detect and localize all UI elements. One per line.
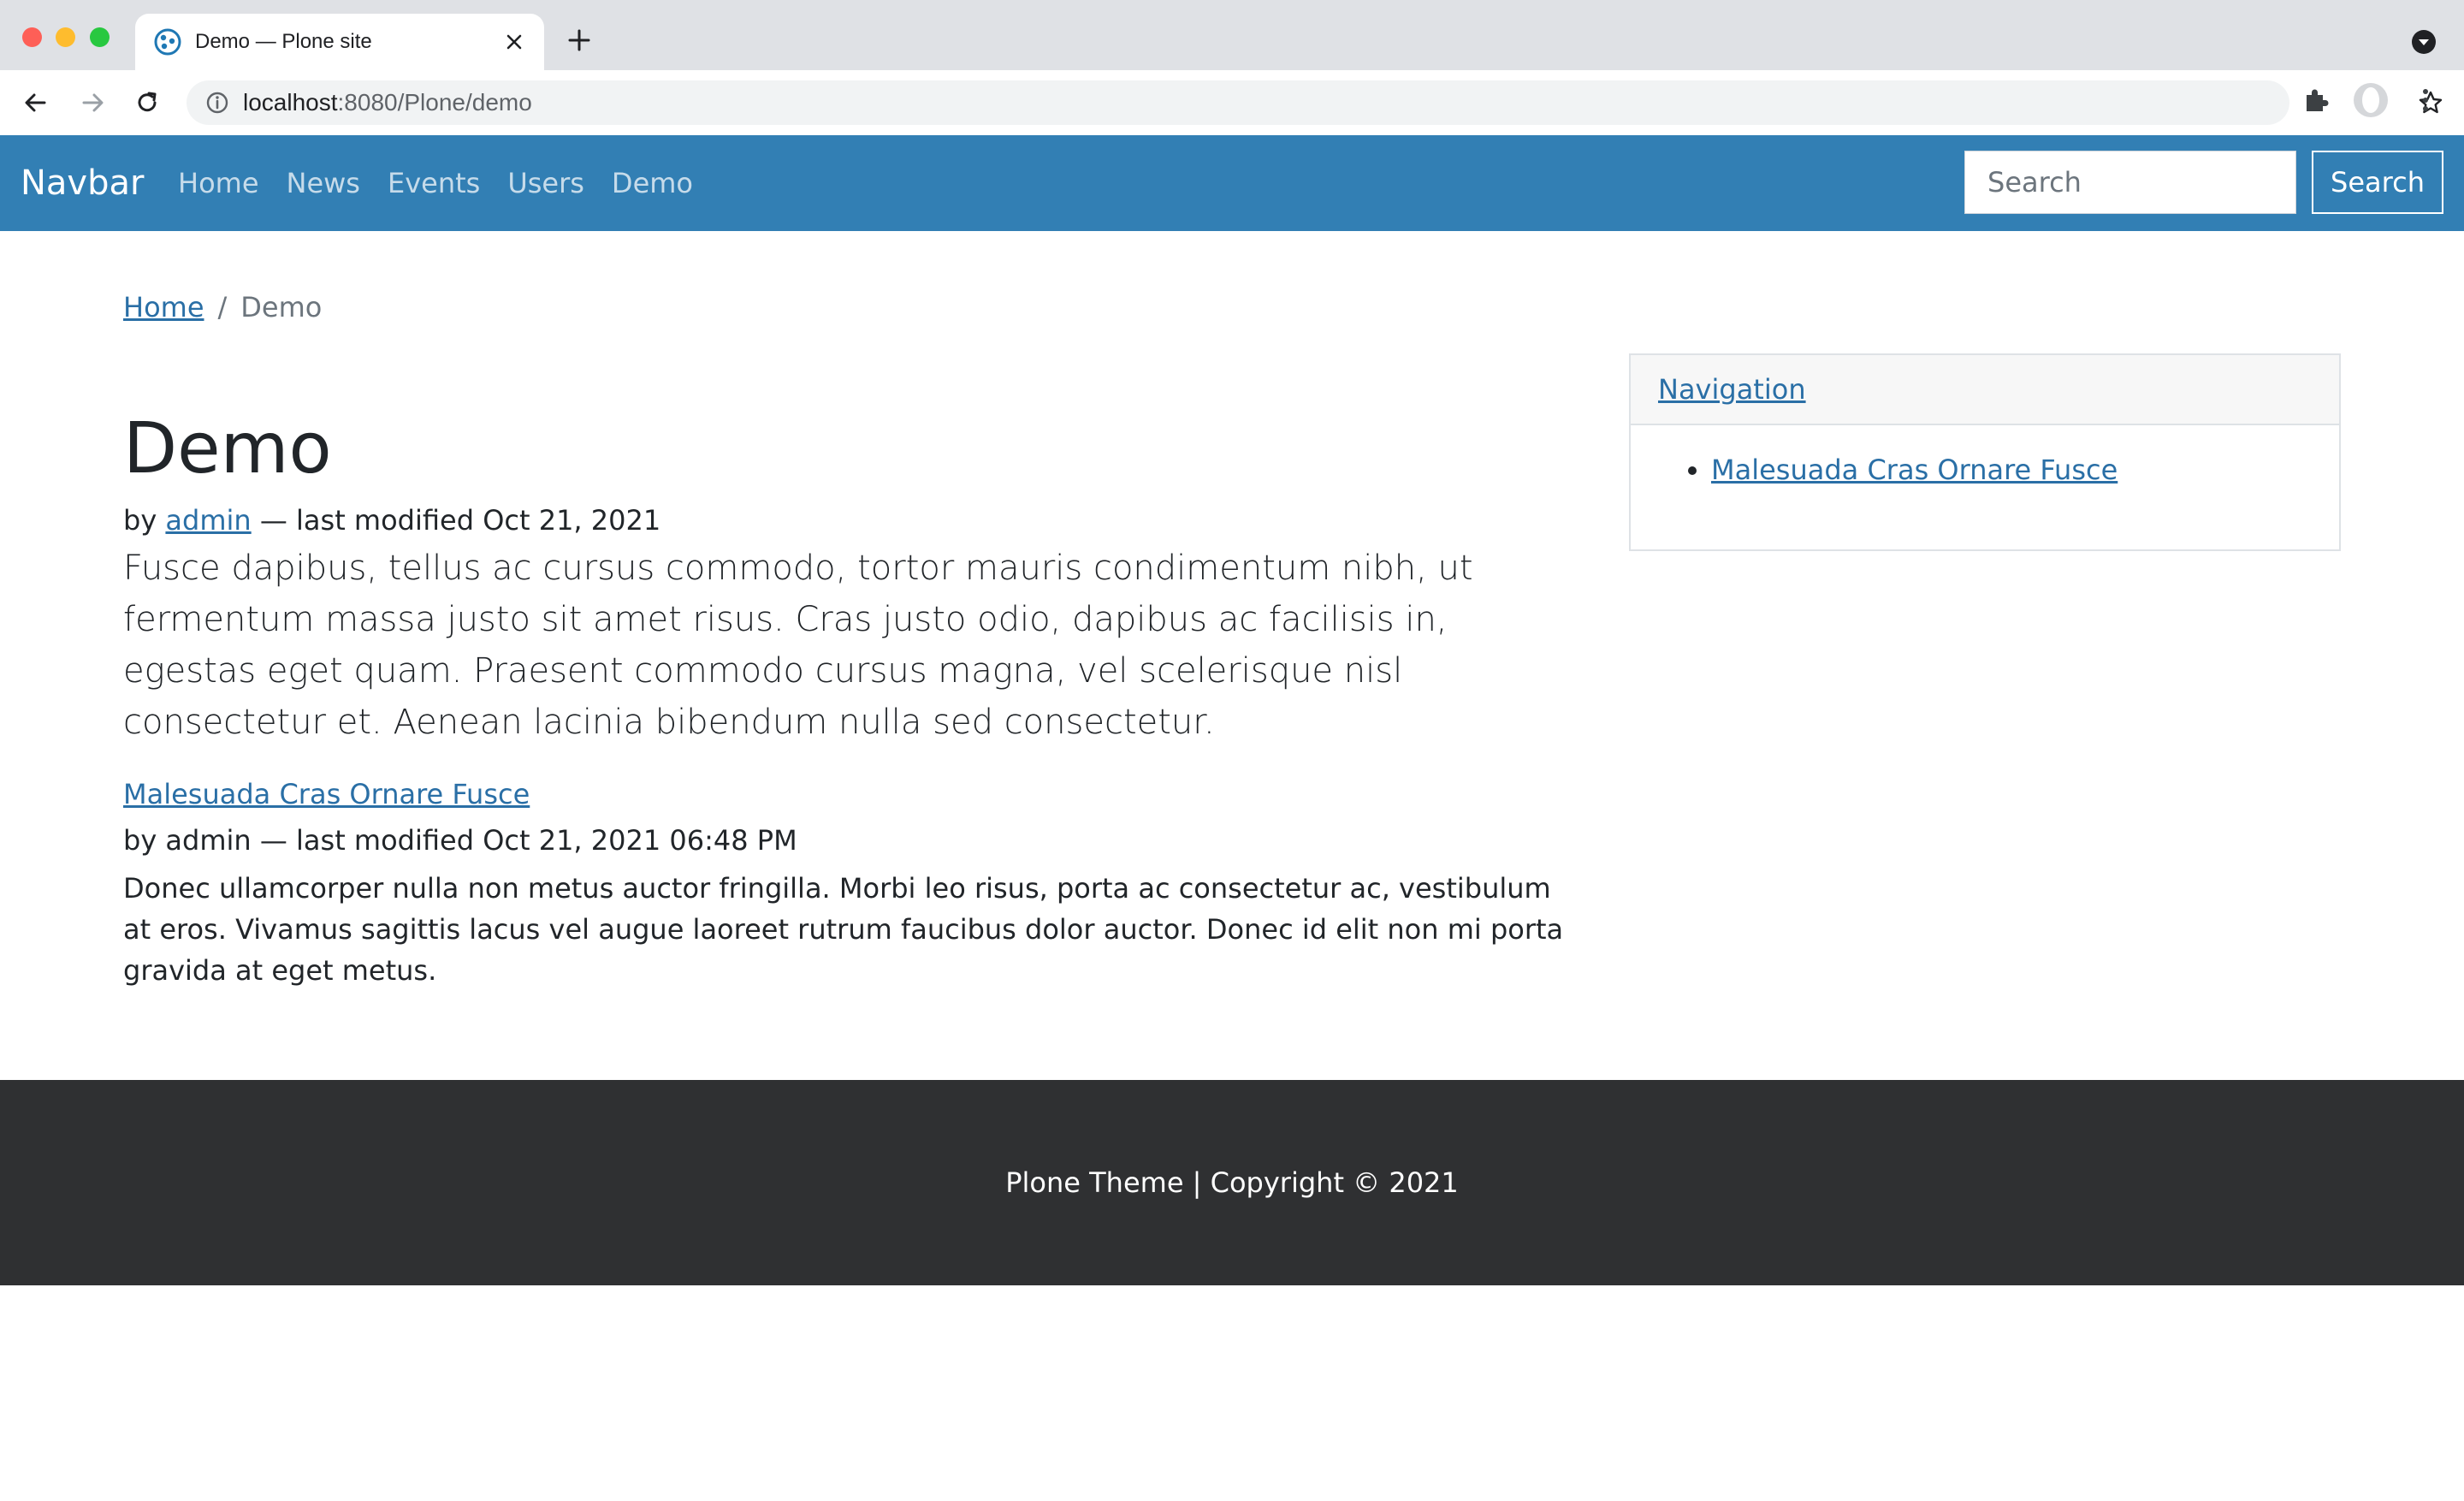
main-content: Demo by admin — last modified Oct 21, 20… <box>123 402 1578 991</box>
portlet-nav-list: Malesuada Cras Ornare Fusce <box>1658 448 2312 492</box>
page-byline: by admin — last modified Oct 21, 2021 <box>123 500 1578 541</box>
breadcrumb-separator: / <box>217 291 228 323</box>
search-button[interactable]: Search <box>2312 151 2443 214</box>
portlet-header: Navigation <box>1631 355 2339 425</box>
portlet-body: Malesuada Cras Ornare Fusce <box>1631 425 2339 514</box>
page-title: Demo <box>123 408 332 489</box>
chevron-down-icon[interactable] <box>2411 29 2437 55</box>
browser-tab-active[interactable]: Demo — Plone site <box>135 14 544 70</box>
item-author-link[interactable]: admin <box>165 824 251 857</box>
url-text[interactable]: localhost:8080/Plone/demo <box>243 89 532 116</box>
search-input[interactable] <box>1964 151 2296 214</box>
forward-arrow-icon[interactable] <box>77 87 108 118</box>
portlet-nav-item: Malesuada Cras Ornare Fusce <box>1711 448 2312 492</box>
plus-icon[interactable] <box>566 27 592 53</box>
page-description: Fusce dapibus, tellus ac cursus commodo,… <box>123 549 1473 742</box>
url-path: :8080/Plone/demo <box>337 89 532 116</box>
nav-link-home[interactable]: Home <box>178 164 259 202</box>
browser-tabstrip: Demo — Plone site <box>0 0 2464 70</box>
kebab-menu-icon[interactable] <box>2414 86 2437 115</box>
byline-by: by <box>123 504 157 537</box>
info-icon[interactable] <box>205 91 229 115</box>
nav-link-events[interactable]: Events <box>388 164 480 202</box>
breadcrumb-current: Demo <box>240 291 323 323</box>
window-close-dot[interactable] <box>22 27 42 47</box>
portlet-title: Navigation <box>1658 373 1806 406</box>
nav-link-users[interactable]: Users <box>507 164 584 202</box>
breadcrumb-home-link[interactable]: Home <box>123 291 204 323</box>
breadcrumb: Home / Demo <box>123 289 322 325</box>
author-link[interactable]: admin <box>165 504 251 537</box>
plone-favicon-icon <box>154 28 181 56</box>
window-minimize-dot[interactable] <box>56 27 75 47</box>
address-bar[interactable]: localhost:8080/Plone/demo <box>187 80 2443 125</box>
nav-link-demo[interactable]: Demo <box>612 164 693 202</box>
tab-title: Demo — Plone site <box>195 30 372 53</box>
navbar-brand[interactable]: Navbar <box>21 161 144 205</box>
site-footer: Plone Theme | Copyright © 2021 <box>0 1080 2464 1285</box>
navbar-links: Home News Events Users Demo <box>178 164 720 202</box>
portlet-title-link[interactable]: Navigation <box>1658 373 1806 406</box>
footer-text: Plone Theme | Copyright © 2021 <box>1005 1166 1459 1199</box>
item-byline: by admin — last modified Oct 21, 2021 06… <box>123 820 1578 861</box>
reload-icon[interactable] <box>132 87 163 118</box>
puzzle-extension-icon[interactable] <box>2301 86 2331 115</box>
url-host: localhost <box>243 89 338 116</box>
nav-link-news[interactable]: News <box>287 164 360 202</box>
portlet-nav-link[interactable]: Malesuada Cras Ornare Fusce <box>1711 454 2118 486</box>
profile-avatar-icon[interactable] <box>2353 82 2389 118</box>
window-maximize-dot[interactable] <box>90 27 110 47</box>
byline-modified: — last modified Oct 21, 2021 <box>251 504 661 537</box>
content-item-link[interactable]: Malesuada Cras Ornare Fusce <box>123 774 530 815</box>
browser-toolbar: localhost:8080/Plone/demo <box>0 70 2464 136</box>
back-arrow-icon[interactable] <box>21 87 51 118</box>
item-byline-by: by <box>123 824 157 857</box>
close-icon[interactable] <box>503 31 525 53</box>
item-description: Donec ullamcorper nulla non metus auctor… <box>123 872 1564 987</box>
navigation-portlet: Navigation Malesuada Cras Ornare Fusce <box>1629 353 2341 551</box>
item-byline-modified: — last modified Oct 21, 2021 06:48 PM <box>251 824 797 857</box>
site-navbar: Navbar Home News Events Users Demo Searc… <box>0 135 2464 231</box>
